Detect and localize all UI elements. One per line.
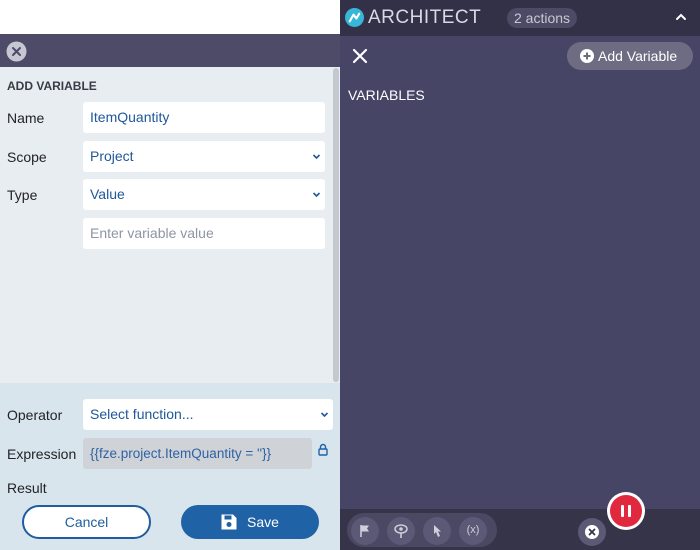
observe-tool-button[interactable]: [387, 517, 415, 545]
save-disk-icon: [221, 514, 237, 530]
add-variable-label: Add Variable: [598, 48, 678, 64]
variables-heading: VARIABLES: [348, 87, 425, 103]
scope-label: Scope: [7, 149, 47, 165]
expression-label: Expression: [7, 446, 77, 462]
expression-field[interactable]: {{fze.project.ItemQuantity = ''}}: [83, 438, 312, 469]
type-select[interactable]: Value: [83, 179, 325, 210]
pause-recording-button[interactable]: [610, 495, 642, 527]
type-label: Type: [7, 187, 38, 203]
close-circle-icon: [585, 525, 599, 539]
chevron-up-icon[interactable]: [674, 10, 688, 24]
plus-circle-icon: [580, 49, 594, 63]
name-input[interactable]: ItemQuantity: [83, 102, 325, 133]
cancel-button[interactable]: Cancel: [22, 505, 151, 539]
operator-select[interactable]: Select function...: [83, 399, 333, 430]
lock-icon[interactable]: [318, 443, 328, 456]
operator-value: Select function...: [90, 406, 194, 422]
operator-label: Operator: [7, 407, 63, 423]
chevron-down-icon: [312, 192, 321, 198]
close-recording-button[interactable]: [578, 518, 606, 546]
eye-pin-icon: [394, 524, 408, 538]
type-value: Value: [90, 186, 125, 202]
variable-icon: (x): [466, 524, 480, 536]
add-variable-button[interactable]: Add Variable: [567, 42, 693, 70]
add-variable-heading: ADD VARIABLE: [7, 79, 97, 93]
close-panel-icon[interactable]: [6, 41, 27, 62]
actions-count-badge[interactable]: 2 actions: [507, 8, 578, 28]
pointer-click-icon: [434, 525, 441, 537]
result-label: Result: [7, 480, 47, 496]
save-label: Save: [247, 514, 279, 530]
architect-panel: [340, 0, 700, 550]
scrollbar-thumb[interactable]: [333, 68, 339, 382]
panel-topbar: [0, 34, 340, 67]
flag-icon: [360, 525, 369, 537]
variable-value-input[interactable]: Enter variable value: [83, 218, 325, 249]
click-tool-button[interactable]: [423, 517, 451, 545]
close-icon[interactable]: [351, 47, 369, 65]
architect-title: ARCHITECT: [368, 7, 482, 28]
chevron-down-icon: [320, 412, 329, 418]
variable-tool-button[interactable]: (x): [459, 517, 487, 545]
scope-select[interactable]: Project: [83, 141, 325, 172]
name-label: Name: [7, 110, 45, 126]
save-button[interactable]: Save: [181, 505, 319, 539]
chevron-down-icon: [312, 154, 321, 160]
flag-tool-button[interactable]: [351, 517, 379, 545]
scope-value: Project: [90, 148, 134, 164]
architect-logo-icon: [345, 8, 364, 27]
